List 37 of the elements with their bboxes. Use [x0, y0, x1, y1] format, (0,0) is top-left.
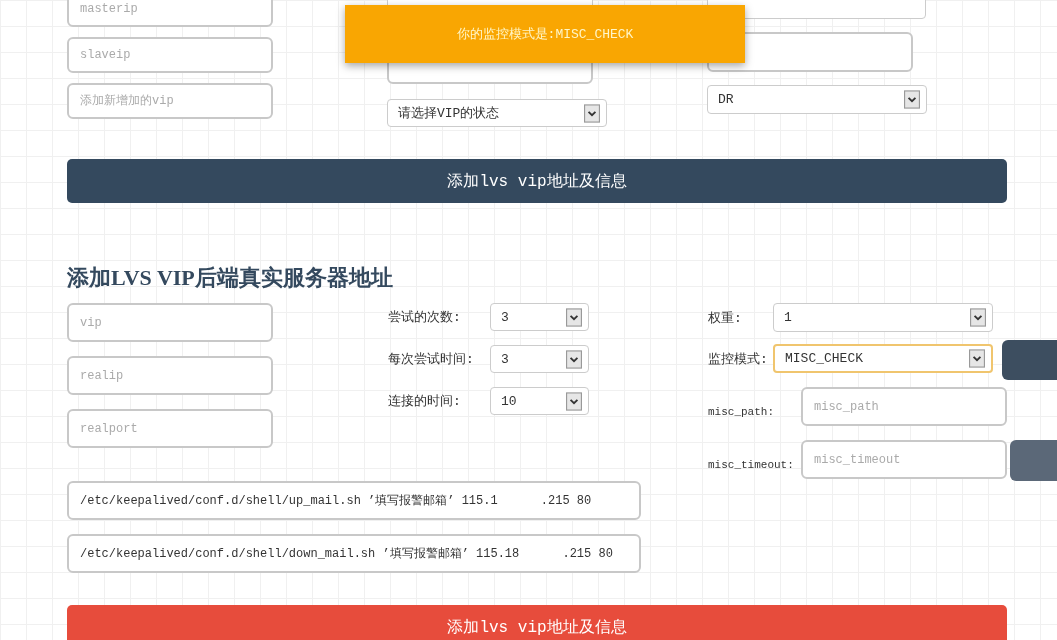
chevron-down-icon — [566, 307, 582, 327]
dropdown[interactable]: 10 — [490, 387, 589, 415]
chevron-down-icon — [969, 349, 985, 368]
chevron-down-icon — [970, 308, 986, 327]
dropdown[interactable]: 3 — [490, 303, 589, 331]
field-label: misc_path: — [708, 404, 775, 418]
dropdown[interactable]: 请选择VIP的状态 — [387, 99, 607, 127]
notification-toast: 你的监控模式是:MISC_CHECK — [345, 5, 745, 63]
chevron-down-icon — [566, 349, 582, 369]
submit-button[interactable]: 添加lvs vip地址及信息 — [67, 605, 1007, 640]
input-field[interactable]: 添加新增加的vip — [67, 83, 273, 119]
input-field[interactable]: realip — [67, 356, 273, 395]
input-field[interactable]: masterip — [67, 0, 273, 27]
dropdown[interactable]: MISC_CHECK — [773, 344, 993, 373]
dropdown[interactable]: 1 — [773, 303, 993, 332]
tooltip-bubble — [1010, 440, 1057, 481]
chevron-down-icon — [566, 391, 582, 411]
dropdown[interactable]: 3 — [490, 345, 589, 373]
section-title: 添加LVS VIP后端真实服务器地址 — [67, 264, 394, 292]
input-field[interactable]: misc_path — [801, 387, 1007, 426]
command-field[interactable]: /etc/keepalived/conf.d/shell/up_mail.sh ’填写报警邮箱’ 115.1 .215 80 — [67, 481, 641, 520]
dropdown[interactable]: DR — [707, 85, 927, 114]
field-label: 尝试的次数: — [388, 309, 462, 326]
field-label: misc_timeout: — [708, 457, 795, 471]
input-field[interactable]: slaveip — [67, 37, 273, 73]
input-field[interactable]: vip — [67, 303, 273, 342]
input-field[interactable]: misc_timeout — [801, 440, 1007, 479]
chevron-down-icon — [584, 103, 600, 123]
field-label: 连接的时间: — [388, 393, 462, 410]
tooltip-bubble — [1002, 340, 1057, 380]
field-label: 权重: — [708, 309, 743, 327]
submit-button[interactable]: 添加lvs vip地址及信息 — [67, 159, 1007, 203]
input-field[interactable]: realport — [67, 409, 273, 448]
field-label: 每次尝试时间: — [388, 351, 475, 368]
chevron-down-icon — [904, 90, 920, 109]
field-label: 监控模式: — [708, 350, 769, 368]
command-field[interactable]: /etc/keepalived/conf.d/shell/down_mail.sh ’填写报警邮箱’ 115.18 .215 80 — [67, 534, 641, 573]
